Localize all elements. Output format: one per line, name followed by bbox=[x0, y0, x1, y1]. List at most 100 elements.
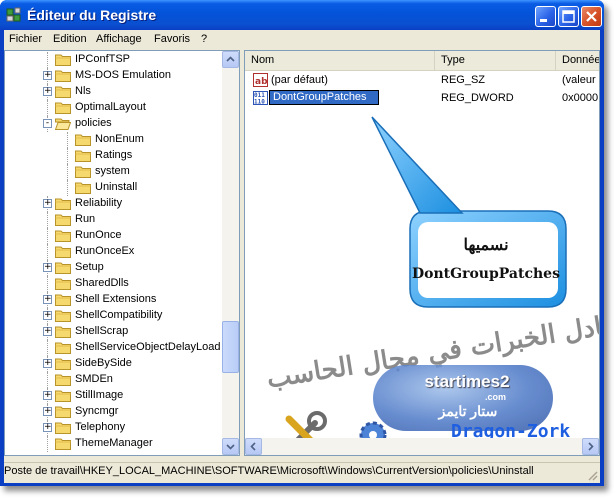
menu-bar: Fichier Edition Affichage Favoris ? bbox=[4, 30, 600, 48]
tree-item[interactable]: RunOnce bbox=[5, 228, 221, 244]
scroll-down-button[interactable] bbox=[222, 438, 239, 455]
tree-connector bbox=[47, 244, 48, 260]
tree-item[interactable]: + Nls bbox=[5, 84, 221, 100]
tree-item-label: Shell Extensions bbox=[75, 293, 157, 305]
tree-item[interactable]: ThemeManager bbox=[5, 436, 221, 452]
tree-item[interactable]: Run bbox=[5, 212, 221, 228]
tree-item[interactable]: SMDEn bbox=[5, 372, 221, 388]
scroll-thumb[interactable] bbox=[222, 321, 239, 373]
expand-icon[interactable]: + bbox=[43, 359, 52, 368]
tree-item-label: SideBySide bbox=[75, 357, 132, 369]
folder-icon bbox=[55, 373, 71, 386]
tree-item[interactable]: + StillImage bbox=[5, 388, 221, 404]
folder-icon bbox=[55, 389, 71, 402]
tree-item-label: policies bbox=[75, 117, 112, 129]
menu-affichage[interactable]: Affichage bbox=[96, 33, 142, 45]
tree-item[interactable]: + MS-DOS Emulation bbox=[5, 68, 221, 84]
maximize-icon bbox=[562, 10, 575, 23]
tree-item[interactable]: + ShellCompatibility bbox=[5, 308, 221, 324]
scroll-up-button[interactable] bbox=[222, 51, 239, 68]
tree-item-label: ShellScrap bbox=[75, 325, 129, 337]
tree-item[interactable]: SharedDlls bbox=[5, 276, 221, 292]
menu-help[interactable]: ? bbox=[201, 33, 207, 45]
minimize-button[interactable] bbox=[535, 6, 556, 27]
folder-icon bbox=[55, 341, 71, 354]
expand-icon[interactable]: + bbox=[43, 71, 52, 80]
watermark-com: .com bbox=[485, 392, 507, 402]
folder-icon bbox=[55, 197, 71, 210]
tree-item[interactable]: RunOnceEx bbox=[5, 244, 221, 260]
resize-grip-icon[interactable] bbox=[586, 469, 598, 481]
folder-icon bbox=[55, 277, 71, 290]
expand-icon[interactable]: + bbox=[43, 327, 52, 336]
maximize-button[interactable] bbox=[558, 6, 579, 27]
chevron-right-icon bbox=[588, 442, 594, 451]
folder-icon bbox=[55, 245, 71, 258]
tree-connector bbox=[47, 100, 48, 116]
collapse-icon[interactable]: - bbox=[43, 119, 52, 128]
tree-connector bbox=[47, 276, 48, 292]
tree-vertical-scrollbar[interactable] bbox=[222, 51, 239, 455]
chevron-up-icon bbox=[226, 56, 235, 62]
tree-connector bbox=[67, 148, 68, 164]
expand-icon[interactable]: + bbox=[43, 391, 52, 400]
tree-item[interactable]: system bbox=[5, 164, 221, 180]
tree-item[interactable]: IPConfTSP bbox=[5, 52, 221, 68]
tree-connector bbox=[47, 228, 48, 244]
tree-item[interactable]: - policies bbox=[5, 116, 221, 132]
tree-connector bbox=[67, 180, 68, 196]
folder-icon bbox=[55, 437, 71, 450]
tree-item[interactable]: Uninstall bbox=[5, 180, 221, 196]
scroll-left-button[interactable] bbox=[245, 438, 262, 455]
expand-icon[interactable]: + bbox=[43, 295, 52, 304]
registry-key-tree[interactable]: IPConfTSP + MS-DOS Emulation + Nls OptimalLay… bbox=[4, 50, 240, 456]
tree-item-label: Reliability bbox=[75, 197, 123, 209]
tree-item-label: Uninstall bbox=[95, 181, 138, 193]
title-bar[interactable]: Éditeur du Registre bbox=[0, 0, 604, 30]
folder-icon bbox=[55, 357, 71, 370]
expand-icon[interactable]: + bbox=[43, 311, 52, 320]
callout-content: نسميها DontGroupPatches bbox=[406, 213, 566, 305]
tree-item[interactable]: + Shell Extensions bbox=[5, 292, 221, 308]
tree-item-label: OptimalLayout bbox=[75, 101, 146, 113]
watermark-site: startimes2 bbox=[424, 372, 510, 391]
list-horizontal-scrollbar[interactable] bbox=[245, 438, 599, 455]
tree-item[interactable]: + SideBySide bbox=[5, 356, 221, 372]
menu-fichier[interactable]: Fichier bbox=[9, 33, 42, 45]
tree-connector bbox=[67, 164, 68, 180]
tree-connector bbox=[47, 340, 48, 356]
expand-icon[interactable]: + bbox=[43, 263, 52, 272]
tree-item[interactable]: OptimalLayout bbox=[5, 100, 221, 116]
close-button[interactable] bbox=[581, 6, 602, 27]
expand-icon[interactable]: + bbox=[43, 87, 52, 96]
watermark-site-arabic: ستار تايمز bbox=[438, 403, 498, 419]
tree-item[interactable]: + Syncmgr bbox=[5, 404, 221, 420]
folder-icon bbox=[55, 101, 71, 114]
folder-icon bbox=[75, 181, 91, 194]
menu-edition[interactable]: Edition bbox=[53, 33, 87, 45]
tree-item-label: StillImage bbox=[75, 389, 124, 401]
tree-item[interactable]: NonEnum bbox=[5, 132, 221, 148]
scroll-right-button[interactable] bbox=[582, 438, 599, 455]
tree-item[interactable]: Ratings bbox=[5, 148, 221, 164]
tree-item-label: MS-DOS Emulation bbox=[75, 69, 171, 81]
expand-icon[interactable]: + bbox=[43, 407, 52, 416]
folder-icon bbox=[55, 213, 71, 226]
tree-item[interactable]: + ShellScrap bbox=[5, 324, 221, 340]
folder-open-icon bbox=[54, 117, 72, 130]
tree-item[interactable]: + Reliability bbox=[5, 196, 221, 212]
tree-item-label: Nls bbox=[75, 85, 91, 97]
menu-favoris[interactable]: Favoris bbox=[154, 33, 190, 45]
folder-icon bbox=[55, 293, 71, 306]
window-client-area: Fichier Edition Affichage Favoris ? IPCo… bbox=[4, 30, 600, 483]
registry-editor-window: Éditeur du Registre Fichier Edition Affi… bbox=[0, 0, 604, 486]
expand-icon[interactable]: + bbox=[43, 423, 52, 432]
tree-item-label: Telephony bbox=[75, 421, 126, 433]
tree-item-label: RunOnceEx bbox=[75, 245, 135, 257]
tree-item[interactable]: + Telephony bbox=[5, 420, 221, 436]
registry-values-list[interactable]: Nom Type Donnée ab (par défaut) REG_SZ (… bbox=[244, 50, 600, 456]
callout-bubble bbox=[371, 116, 567, 308]
expand-icon[interactable]: + bbox=[43, 199, 52, 208]
tree-item[interactable]: + Setup bbox=[5, 260, 221, 276]
tree-item[interactable]: ShellServiceObjectDelayLoad bbox=[5, 340, 221, 356]
